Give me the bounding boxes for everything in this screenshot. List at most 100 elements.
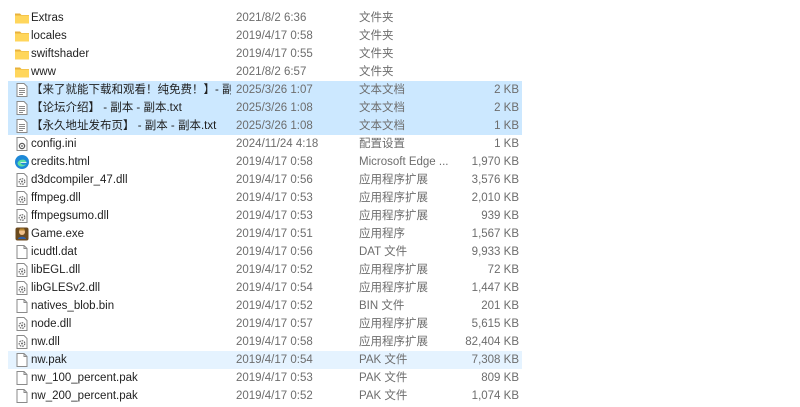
file-name: nw_200_percent.pak: [31, 390, 138, 402]
file-name: libGLESv2.dll: [31, 282, 101, 294]
text-file-icon: [14, 118, 30, 134]
file-date-modified: 2019/4/17 0:54: [236, 354, 313, 366]
file-row[interactable]: Extras 2021/8/2 6:36 文件夹: [8, 9, 522, 27]
file-size: 9,933 KB: [471, 246, 519, 258]
file-date-modified: 2024/11/24 4:18: [236, 138, 319, 150]
file-row[interactable]: ffmpegsumo.dll 2019/4/17 0:53 应用程序扩展 939 KB: [8, 207, 522, 225]
file-size: 1,567 KB: [471, 228, 519, 240]
file-size: [448, 9, 519, 27]
file-name: 【来了就能下载和观看！纯免费！】- 副...: [31, 84, 231, 96]
dll-file-icon: [14, 262, 30, 278]
file-date-modified: 2019/4/17 0:52: [236, 390, 313, 402]
file-row[interactable]: nw.pak 2019/4/17 0:54 PAK 文件 7,308 KB: [8, 351, 522, 369]
file-name: nw_100_percent.pak: [31, 372, 138, 384]
file-row[interactable]: nw.dll 2019/4/17 0:58 应用程序扩展 82,404 KB: [8, 333, 522, 351]
file-row[interactable]: Game.exe 2019/4/17 0:51 应用程序 1,567 KB: [8, 225, 522, 243]
file-row[interactable]: config.ini 2024/11/24 4:18 配置设置 1 KB: [8, 135, 522, 153]
blank-file-icon: [14, 352, 30, 368]
file-size: 2 KB: [494, 84, 519, 96]
folder-icon: [14, 28, 30, 44]
blank-file-icon: [14, 388, 30, 404]
file-size: 1,970 KB: [471, 156, 519, 168]
file-size: 809 KB: [481, 372, 519, 384]
file-row[interactable]: icudtl.dat 2019/4/17 0:56 DAT 文件 9,933 KB: [8, 243, 522, 261]
file-list: Extras 2021/8/2 6:36 文件夹 locales 2019/4/17 0…: [0, 0, 800, 407]
file-name: ffmpeg.dll: [31, 192, 81, 204]
file-name: d3dcompiler_47.dll: [31, 174, 128, 186]
file-size: [448, 27, 519, 45]
edge-icon: [14, 154, 30, 170]
blank-file-icon: [14, 244, 30, 260]
file-row[interactable]: libGLESv2.dll 2019/4/17 0:54 应用程序扩展 1,447 K…: [8, 279, 522, 297]
file-size: 1 KB: [494, 138, 519, 150]
file-row[interactable]: credits.html 2019/4/17 0:58 Microsoft Edge…: [8, 153, 522, 171]
file-name: nw.dll: [31, 336, 60, 348]
file-date-modified: 2021/8/2 6:36: [236, 12, 307, 24]
blank-file-icon: [14, 298, 30, 314]
file-name: locales: [31, 30, 67, 42]
game-exe-icon: [14, 226, 30, 242]
text-file-icon: [14, 100, 30, 116]
file-row[interactable]: libEGL.dll 2019/4/17 0:52 应用程序扩展 72 KB: [8, 261, 522, 279]
file-size: 1,074 KB: [471, 390, 519, 402]
file-size: 939 KB: [481, 210, 519, 222]
file-row[interactable]: nw_100_percent.pak 2019/4/17 0:53 PAK 文件 80…: [8, 369, 522, 387]
file-size: 2,010 KB: [471, 192, 519, 204]
file-name: swiftshader: [31, 48, 90, 60]
file-size: 7,308 KB: [471, 354, 519, 366]
file-name: icudtl.dat: [31, 246, 78, 258]
file-row[interactable]: 【论坛介绍】 - 副本 - 副本.txt 2025/3/26 1:08 文本文档 2 …: [8, 99, 522, 117]
file-name: libEGL.dll: [31, 264, 81, 276]
file-size: 5,615 KB: [471, 318, 519, 330]
file-size: 1,447 KB: [471, 282, 519, 294]
file-size: [448, 45, 519, 63]
dll-file-icon: [14, 190, 30, 206]
file-date-modified: 2019/4/17 0:58: [236, 30, 313, 42]
file-date-modified: 2019/4/17 0:51: [236, 228, 313, 240]
file-row[interactable]: natives_blob.bin 2019/4/17 0:52 BIN 文件 201 …: [8, 297, 522, 315]
file-name: 【论坛介绍】 - 副本 - 副本.txt: [31, 102, 182, 114]
file-size: 72 KB: [487, 264, 519, 276]
file-row[interactable]: nw_200_percent.pak 2019/4/17 0:52 PAK 文件 1,…: [8, 387, 522, 405]
file-name: Extras: [31, 12, 64, 24]
file-name: 【永久地址发布页】 - 副本 - 副本.txt: [31, 120, 217, 132]
file-row[interactable]: node.dll 2019/4/17 0:57 应用程序扩展 5,615 KB: [8, 315, 522, 333]
dll-file-icon: [14, 172, 30, 188]
file-size: 2 KB: [494, 102, 519, 114]
file-name: Game.exe: [31, 228, 85, 240]
folder-icon: [14, 46, 30, 62]
dll-file-icon: [14, 280, 30, 296]
file-date-modified: 2021/8/2 6:57: [236, 66, 307, 78]
file-date-modified: 2019/4/17 0:55: [236, 48, 313, 60]
file-row[interactable]: swiftshader 2019/4/17 0:55 文件夹: [8, 45, 522, 63]
file-row[interactable]: www 2021/8/2 6:57 文件夹: [8, 63, 522, 81]
file-date-modified: 2019/4/17 0:52: [236, 264, 313, 276]
file-date-modified: 2019/4/17 0:53: [236, 372, 313, 384]
file-name: www: [31, 66, 56, 78]
folder-icon: [14, 64, 30, 80]
file-size: [448, 63, 519, 81]
file-date-modified: 2019/4/17 0:56: [236, 246, 313, 258]
dll-file-icon: [14, 316, 30, 332]
file-row[interactable]: ffmpeg.dll 2019/4/17 0:53 应用程序扩展 2,010 KB: [8, 189, 522, 207]
file-date-modified: 2019/4/17 0:54: [236, 282, 313, 294]
file-name: config.ini: [31, 138, 77, 150]
dll-file-icon: [14, 208, 30, 224]
file-row[interactable]: 【来了就能下载和观看！纯免费！】- 副... 2025/3/26 1:07 文本文档…: [8, 81, 522, 99]
file-name: nw.pak: [31, 354, 67, 366]
file-date-modified: 2025/3/26 1:08: [236, 102, 313, 114]
dll-file-icon: [14, 334, 30, 350]
file-date-modified: 2019/4/17 0:53: [236, 210, 313, 222]
file-date-modified: 2019/4/17 0:58: [236, 336, 313, 348]
file-name: ffmpegsumo.dll: [31, 210, 109, 222]
file-name: credits.html: [31, 156, 90, 168]
file-row[interactable]: d3dcompiler_47.dll 2019/4/17 0:56 应用程序扩展 3,…: [8, 171, 522, 189]
file-row[interactable]: locales 2019/4/17 0:58 文件夹: [8, 27, 522, 45]
file-date-modified: 2019/4/17 0:52: [236, 300, 313, 312]
file-row[interactable]: 【永久地址发布页】 - 副本 - 副本.txt 2025/3/26 1:08 文本文…: [8, 117, 522, 135]
file-name: natives_blob.bin: [31, 300, 115, 312]
blank-file-icon: [14, 370, 30, 386]
file-date-modified: 2019/4/17 0:53: [236, 192, 313, 204]
file-date-modified: 2019/4/17 0:58: [236, 156, 313, 168]
file-name: node.dll: [31, 318, 72, 330]
